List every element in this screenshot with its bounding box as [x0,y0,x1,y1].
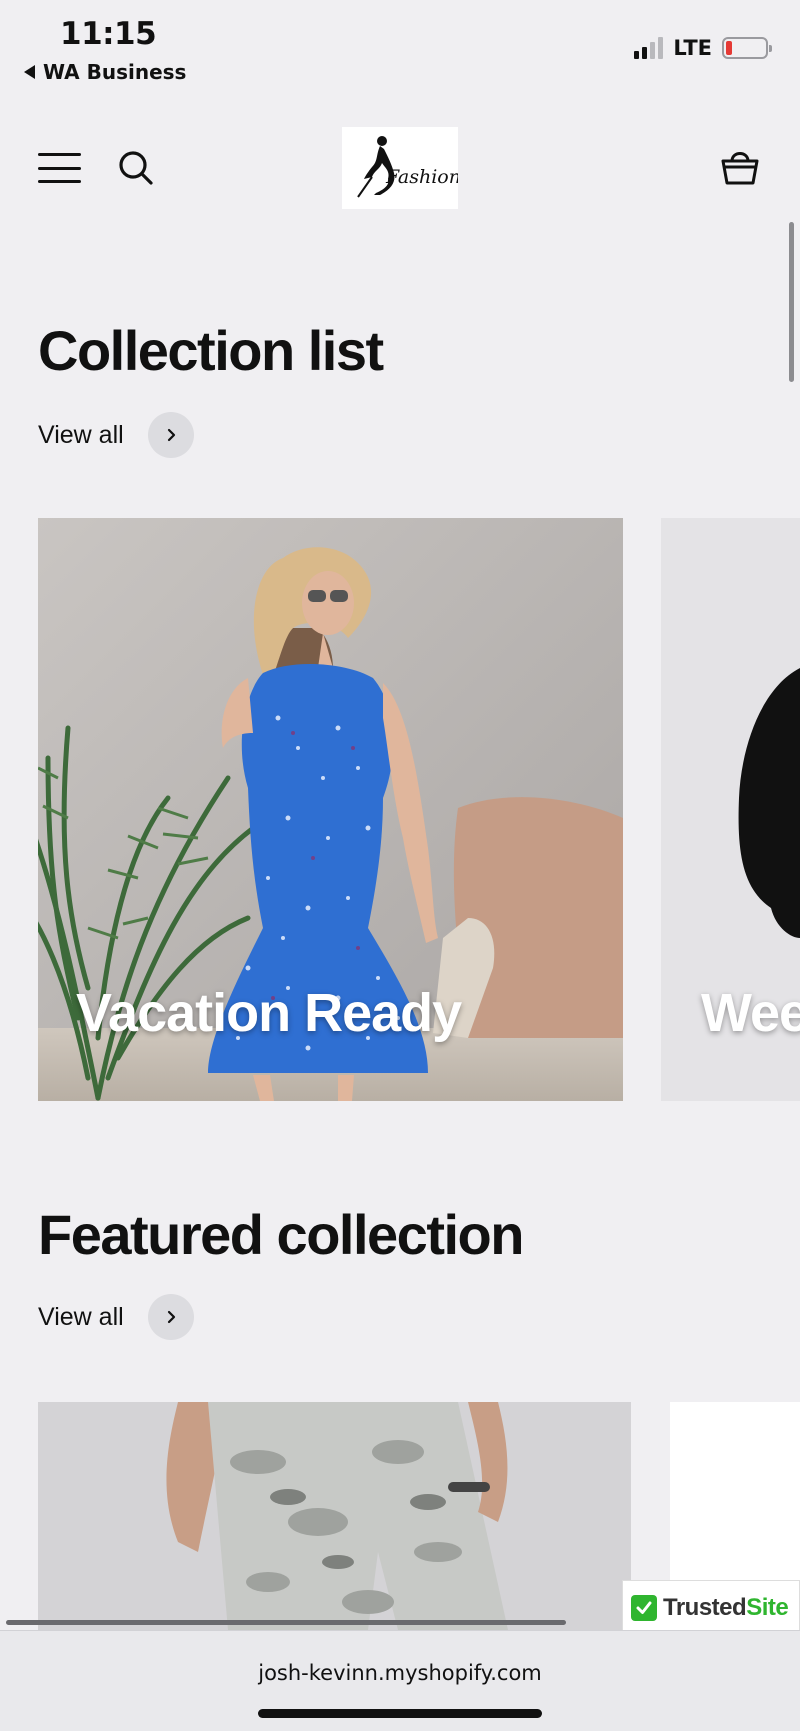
hamburger-menu-icon[interactable] [38,153,81,183]
store-logo[interactable]: Fashion [342,127,458,209]
back-app-label: WA Business [43,60,187,84]
product-image [38,1402,631,1630]
checkmark-icon [631,1595,657,1621]
chevron-right-icon [147,412,194,458]
status-indicators: LTE [634,36,772,60]
back-arrow-icon [24,65,35,79]
signal-icon [634,37,664,59]
network-type: LTE [673,36,712,60]
chevron-right-icon [147,1294,194,1340]
browser-address-bar[interactable]: josh-kevinn.myshopify.com [0,1630,800,1731]
trustedsite-badge[interactable]: TrustedSite [622,1580,800,1636]
trustedsite-label: TrustedSite [663,1594,789,1621]
search-icon[interactable] [116,148,156,188]
collection-card-vacation-ready[interactable]: Vacation Ready [38,518,623,1101]
cart-icon[interactable] [718,145,762,189]
featured-collection-view-all-button[interactable]: View all [38,1294,194,1340]
page-scrollbar[interactable] [789,222,794,382]
url-text[interactable]: josh-kevinn.myshopify.com [0,1661,800,1685]
battery-icon [722,37,772,59]
collection-list-view-all-button[interactable]: View all [38,412,194,458]
collection-list-title: Collection list [38,319,384,382]
featured-collection-title: Featured collection [38,1203,524,1266]
product-card[interactable] [38,1402,631,1630]
view-all-label: View all [38,420,124,449]
collection-card-label: Wee [701,983,800,1043]
collection-card-label: Vacation Ready [76,983,462,1043]
collection-card-partial[interactable]: Wee [661,518,800,1101]
site-header: Fashion [0,115,800,219]
clock: 11:15 [60,16,157,52]
home-indicator[interactable] [258,1709,542,1718]
horizontal-scroll-indicator [6,1620,566,1625]
svg-text:Fashion: Fashion [385,166,458,188]
fashion-logo-icon: Fashion [357,136,458,198]
status-bar: 11:15 WA Business LTE [0,0,800,95]
back-to-app-button[interactable]: WA Business [24,60,186,84]
view-all-label: View all [38,1302,124,1331]
